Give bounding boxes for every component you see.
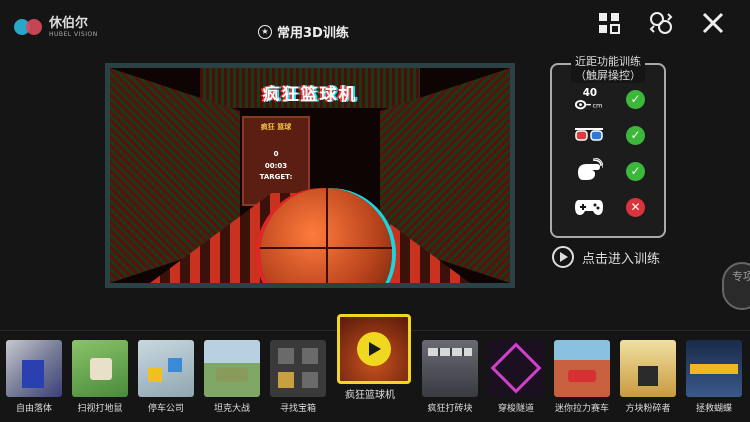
mode-panel-title: 近距功能训练 （触屏操控） [552, 55, 664, 83]
game-label: 扫视打地鼠 [77, 404, 123, 414]
game-item[interactable]: 迷你拉力赛车 [554, 340, 610, 414]
distance-40cm-icon: 40 cm [574, 87, 604, 111]
game-thumbnail [72, 340, 128, 397]
preview-game-title: 疯狂篮球机 [262, 85, 358, 105]
game-label: 寻找宝箱 [279, 404, 316, 414]
backboard-score: 0 [273, 150, 279, 158]
page-title: ★ 常用3D训练 [258, 22, 349, 41]
game-thumbnail [554, 340, 610, 397]
play-icon [357, 332, 391, 366]
distance-value: 40 [583, 87, 597, 99]
switch-user-icon[interactable] [648, 10, 674, 36]
game-preview[interactable]: 疯狂 篮球 0 00:03 TARGET: 疯狂篮球机 [105, 63, 515, 288]
mode-panel-title-line1: 近距功能训练 [571, 55, 645, 69]
game-thumbnail [204, 340, 260, 397]
3d-glasses-icon [574, 123, 604, 147]
page-title-text: 常用3D训练 [277, 26, 349, 41]
game-item[interactable]: 扫视打地鼠 [72, 340, 128, 414]
game-item-selected[interactable]: 疯狂篮球机 [337, 314, 411, 401]
grid-icon[interactable] [596, 10, 622, 36]
supported-check-icon: ✓ [626, 89, 645, 109]
brand-name-cn: 休伯尔 [49, 15, 89, 31]
game-thumbnail [337, 314, 411, 384]
enter-training-label: 点击进入训练 [582, 251, 661, 267]
gamepad-icon [574, 195, 604, 219]
game-label: 坦克大战 [213, 404, 250, 414]
unsupported-cross-icon: ✕ [626, 197, 645, 217]
distance-unit: cm [592, 101, 602, 109]
game-thumbnail [422, 340, 478, 397]
game-label: 疯狂打砖块 [427, 404, 473, 414]
logo-mark-icon [14, 14, 44, 40]
game-item[interactable]: 方块粉碎者 [620, 340, 676, 414]
game-label: 自由落体 [15, 404, 52, 414]
game-item[interactable]: 坦克大战 [204, 340, 260, 414]
star-icon: ★ [258, 24, 272, 39]
game-label: 方块粉碎者 [625, 404, 671, 414]
supported-check-icon: ✓ [626, 161, 645, 181]
game-thumbnail [488, 340, 544, 397]
game-label: 拯救蝴蝶 [695, 404, 732, 414]
game-thumbnail [620, 340, 676, 397]
mode-row-touch: ✓ [574, 158, 645, 183]
mode-row-3d-glasses: ✓ [574, 123, 645, 147]
backboard-target: TARGET: [259, 173, 293, 181]
special-training-tab[interactable]: 专项 [722, 262, 750, 310]
game-label: 停车公司 [147, 404, 184, 414]
mode-panel-title-line2: （触屏操控） [571, 69, 645, 83]
brand-logo: 休伯尔 HUBEL VISION [14, 8, 110, 46]
game-label: 迷你拉力赛车 [554, 404, 609, 414]
game-strip[interactable]: 自由落体 扫视打地鼠 停车公司 坦克大战 寻找宝箱 疯狂篮球机 疯狂打砖块 穿梭… [6, 314, 750, 418]
play-icon [552, 246, 574, 268]
close-icon[interactable] [700, 10, 726, 36]
game-item[interactable]: 自由落体 [6, 340, 62, 414]
game-label: 穿梭隧道 [497, 404, 534, 414]
game-thumbnail [270, 340, 326, 397]
preview-scene: 疯狂 篮球 0 00:03 TARGET: 疯狂篮球机 [110, 68, 510, 283]
game-item[interactable]: 疯狂打砖块 [422, 340, 478, 414]
brand-name-en: HUBEL VISION [49, 30, 98, 38]
game-thumbnail [138, 340, 194, 397]
mode-row-distance: 40 cm ✓ [574, 87, 645, 111]
mode-panel: 近距功能训练 （触屏操控） 40 cm ✓ ✓ ✓ ✕ [550, 55, 666, 238]
backboard-timer: 00:03 [264, 162, 288, 170]
game-thumbnail [686, 340, 742, 397]
touch-icon [574, 158, 604, 183]
mode-row-gamepad: ✕ [574, 195, 645, 219]
game-item[interactable]: 穿梭隧道 [488, 340, 544, 414]
game-item[interactable]: 寻找宝箱 [270, 340, 326, 414]
game-item[interactable]: 拯救蝴蝶 [686, 340, 742, 414]
backboard-title: 疯狂 篮球 [260, 123, 292, 131]
supported-check-icon: ✓ [626, 125, 645, 145]
enter-training-button[interactable]: 点击进入训练 [552, 246, 660, 268]
game-label: 疯狂篮球机 [345, 390, 395, 401]
game-item[interactable]: 停车公司 [138, 340, 194, 414]
game-thumbnail [6, 340, 62, 397]
app-root: 休伯尔 HUBEL VISION ★ 常用3D训练 疯狂 篮球 0 00:03 … [0, 0, 750, 422]
